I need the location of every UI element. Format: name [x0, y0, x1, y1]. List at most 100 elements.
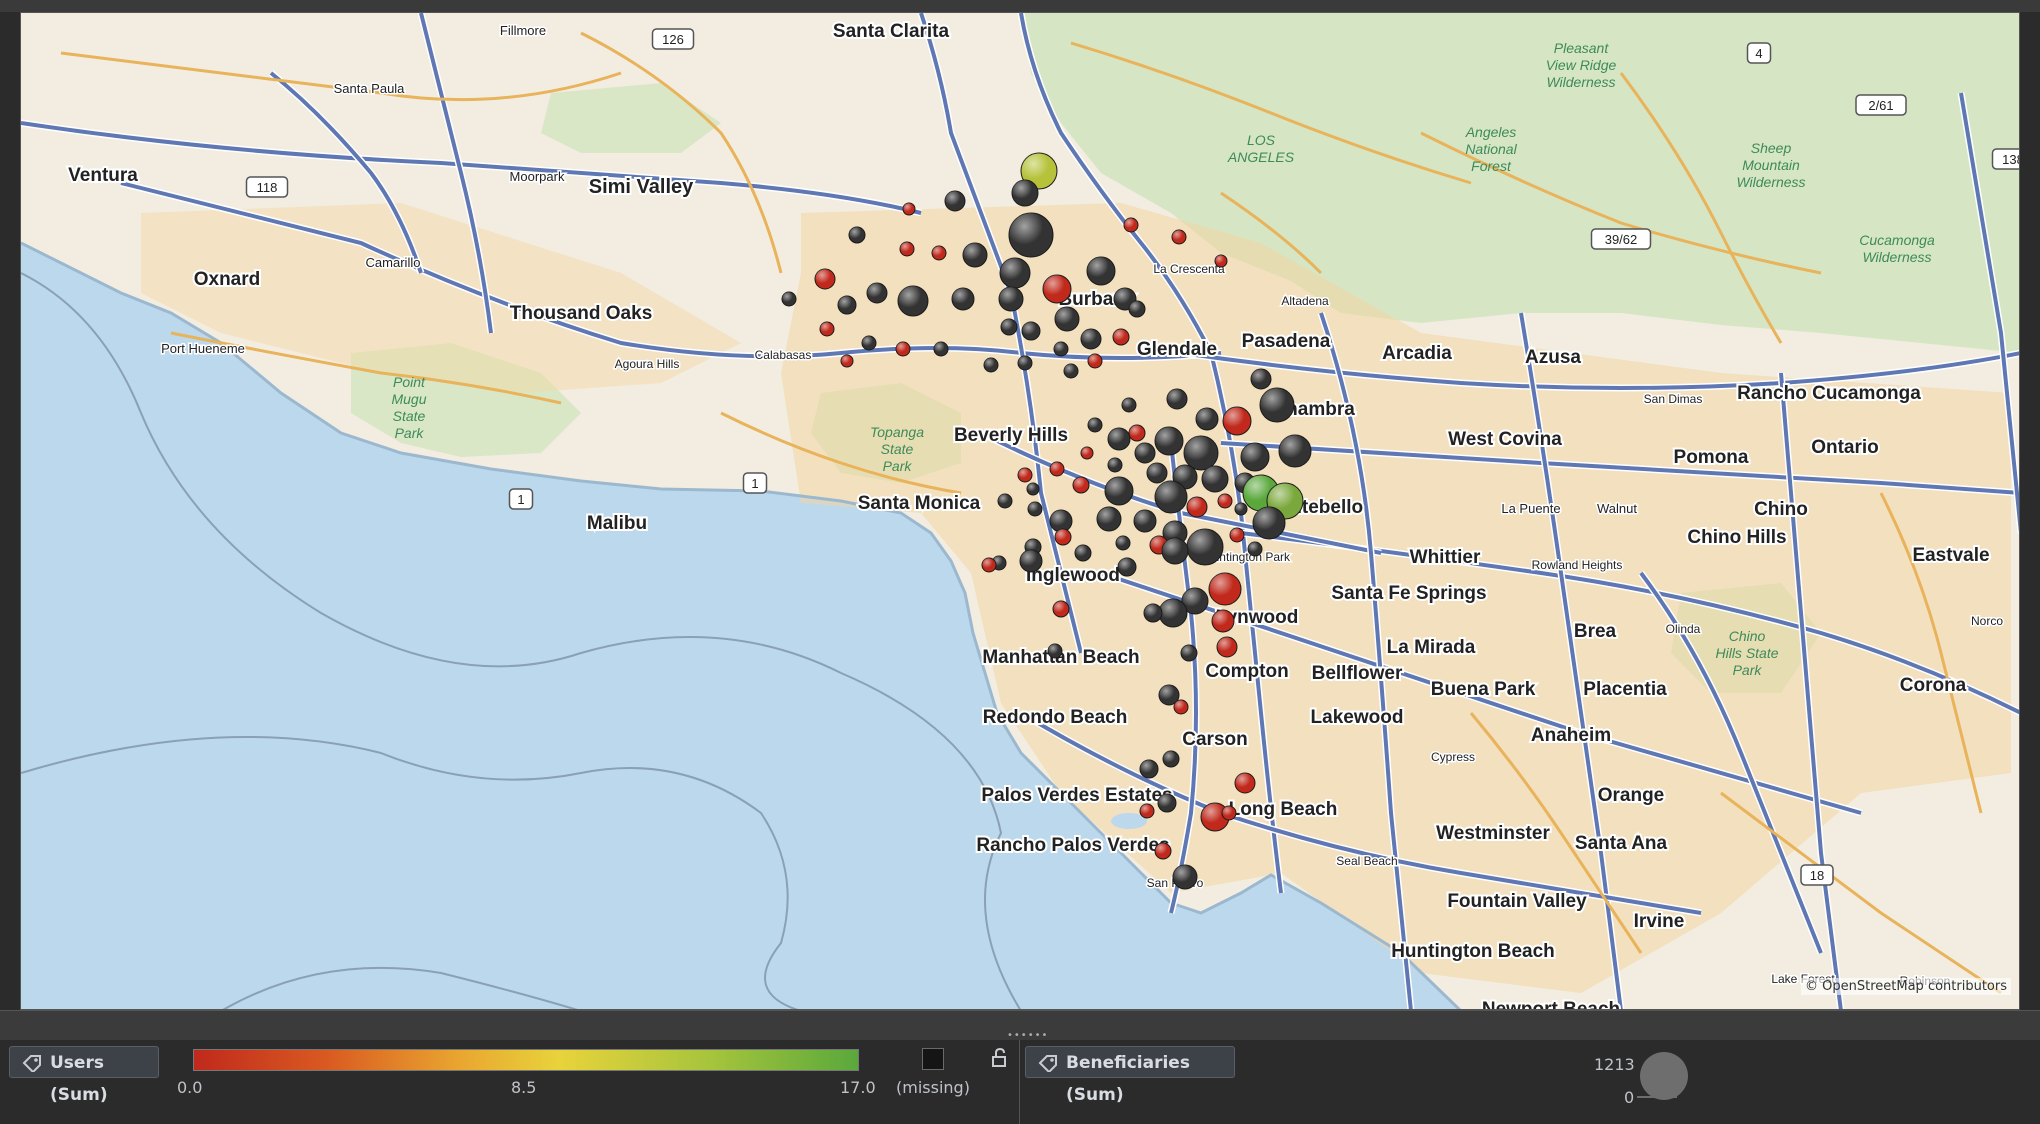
data-bubble[interactable] [1080, 446, 1094, 460]
data-bubble[interactable] [1049, 461, 1065, 477]
data-bubble[interactable] [999, 257, 1031, 289]
data-bubble[interactable] [1134, 442, 1156, 464]
data-bubble[interactable] [1278, 434, 1312, 468]
data-bubble[interactable] [1195, 407, 1219, 431]
data-bubble[interactable] [897, 285, 929, 317]
data-bubble[interactable] [1011, 179, 1039, 207]
data-bubble[interactable] [1180, 644, 1198, 662]
map-canvas[interactable]: 12642/6113811839/621118 Santa ClaritaFil… [21, 13, 2020, 1010]
color-legend-button[interactable]: Users (Sum) [9, 1046, 159, 1105]
data-bubble[interactable] [1052, 600, 1070, 618]
data-bubble[interactable] [1008, 212, 1054, 258]
data-bubble[interactable] [1063, 363, 1079, 379]
data-bubble[interactable] [998, 286, 1024, 312]
data-bubble[interactable] [1214, 254, 1228, 268]
data-bubble[interactable] [981, 557, 997, 573]
data-bubble[interactable] [1107, 457, 1123, 473]
splitter-grip-icon[interactable]: •••••• [1007, 1031, 1047, 1041]
data-bubble[interactable] [1208, 572, 1242, 606]
data-bubble[interactable] [1121, 397, 1137, 413]
data-bubble[interactable] [1221, 805, 1237, 821]
data-bubble[interactable] [1240, 442, 1270, 472]
data-bubble[interactable] [1154, 426, 1184, 456]
data-bubble[interactable] [1054, 528, 1072, 546]
data-bubble[interactable] [1161, 537, 1189, 565]
data-bubble[interactable] [1201, 465, 1229, 493]
data-bubble[interactable] [1171, 229, 1187, 245]
data-bubble[interactable] [944, 190, 966, 212]
data-bubble[interactable] [1072, 476, 1090, 494]
data-bubble[interactable] [1080, 328, 1102, 350]
data-bubble[interactable] [1250, 368, 1272, 390]
data-bubble[interactable] [951, 287, 975, 311]
data-bubble[interactable] [1234, 772, 1256, 794]
data-bubble[interactable] [1158, 598, 1188, 628]
data-bubble[interactable] [1087, 353, 1103, 369]
map-attribution[interactable]: © OpenStreetMap contributors [1801, 978, 2011, 995]
data-bubble[interactable] [1186, 528, 1224, 566]
data-bubble[interactable] [1096, 506, 1122, 532]
data-bubble[interactable] [866, 282, 888, 304]
data-bubble[interactable] [1049, 509, 1073, 533]
data-bubble[interactable] [1154, 480, 1188, 514]
data-bubble[interactable] [1042, 274, 1072, 304]
data-bubble[interactable] [1107, 427, 1131, 451]
data-bubble[interactable] [1222, 406, 1252, 436]
size-legend-button[interactable]: Beneficiaries (Sum) [1025, 1046, 1235, 1105]
data-bubble[interactable] [1211, 609, 1235, 633]
data-bubble[interactable] [1229, 527, 1245, 543]
data-bubble[interactable] [1047, 643, 1063, 659]
data-bubble[interactable] [1087, 417, 1103, 433]
data-bubble[interactable] [1166, 388, 1188, 410]
data-bubble[interactable] [983, 357, 999, 373]
data-bubble[interactable] [997, 493, 1013, 509]
data-bubble[interactable] [1117, 557, 1137, 577]
data-bubble[interactable] [1017, 467, 1033, 483]
data-bubble[interactable] [1259, 387, 1295, 423]
data-bubble[interactable] [1019, 549, 1043, 573]
data-bubble[interactable] [1053, 341, 1069, 357]
data-bubble[interactable] [1017, 355, 1033, 371]
data-bubble[interactable] [1133, 509, 1157, 533]
data-bubble[interactable] [933, 341, 949, 357]
data-bubble[interactable] [1128, 300, 1146, 318]
data-bubble[interactable] [1086, 256, 1116, 286]
data-bubble[interactable] [1000, 318, 1018, 336]
data-bubble[interactable] [1173, 699, 1189, 715]
data-bubble[interactable] [1162, 750, 1180, 768]
data-bubble[interactable] [1186, 496, 1208, 518]
data-bubble[interactable] [1146, 462, 1168, 484]
data-bubble[interactable] [1027, 501, 1043, 517]
data-bubble[interactable] [1143, 603, 1163, 623]
data-bubble[interactable] [848, 226, 866, 244]
data-bubble[interactable] [1104, 476, 1134, 506]
data-bubble[interactable] [1217, 493, 1233, 509]
data-bubble[interactable] [1054, 306, 1080, 332]
data-bubble[interactable] [1074, 544, 1092, 562]
unlock-icon[interactable] [991, 1048, 1009, 1068]
data-bubble[interactable] [1172, 864, 1198, 890]
data-bubble[interactable] [1128, 424, 1146, 442]
data-bubble[interactable] [840, 354, 854, 368]
data-bubble[interactable] [819, 321, 835, 337]
data-bubble[interactable] [1115, 535, 1131, 551]
data-bubble[interactable] [1139, 759, 1159, 779]
data-bubble[interactable] [861, 335, 877, 351]
data-bubble[interactable] [1157, 793, 1177, 813]
data-bubble[interactable] [931, 245, 947, 261]
data-bubble[interactable] [814, 268, 836, 290]
data-bubble[interactable] [1247, 541, 1263, 557]
data-bubble[interactable] [781, 291, 797, 307]
data-bubble[interactable] [1154, 842, 1172, 860]
data-bubble[interactable] [1123, 217, 1139, 233]
data-bubble[interactable] [1112, 328, 1130, 346]
data-bubble[interactable] [1026, 482, 1040, 496]
data-bubble[interactable] [1252, 506, 1286, 540]
data-bubble[interactable] [1216, 636, 1238, 658]
data-bubble[interactable] [902, 202, 916, 216]
data-bubble[interactable] [1021, 321, 1041, 341]
data-bubble[interactable] [837, 295, 857, 315]
data-bubble[interactable] [962, 242, 988, 268]
data-bubble[interactable] [899, 241, 915, 257]
data-bubble[interactable] [895, 341, 911, 357]
